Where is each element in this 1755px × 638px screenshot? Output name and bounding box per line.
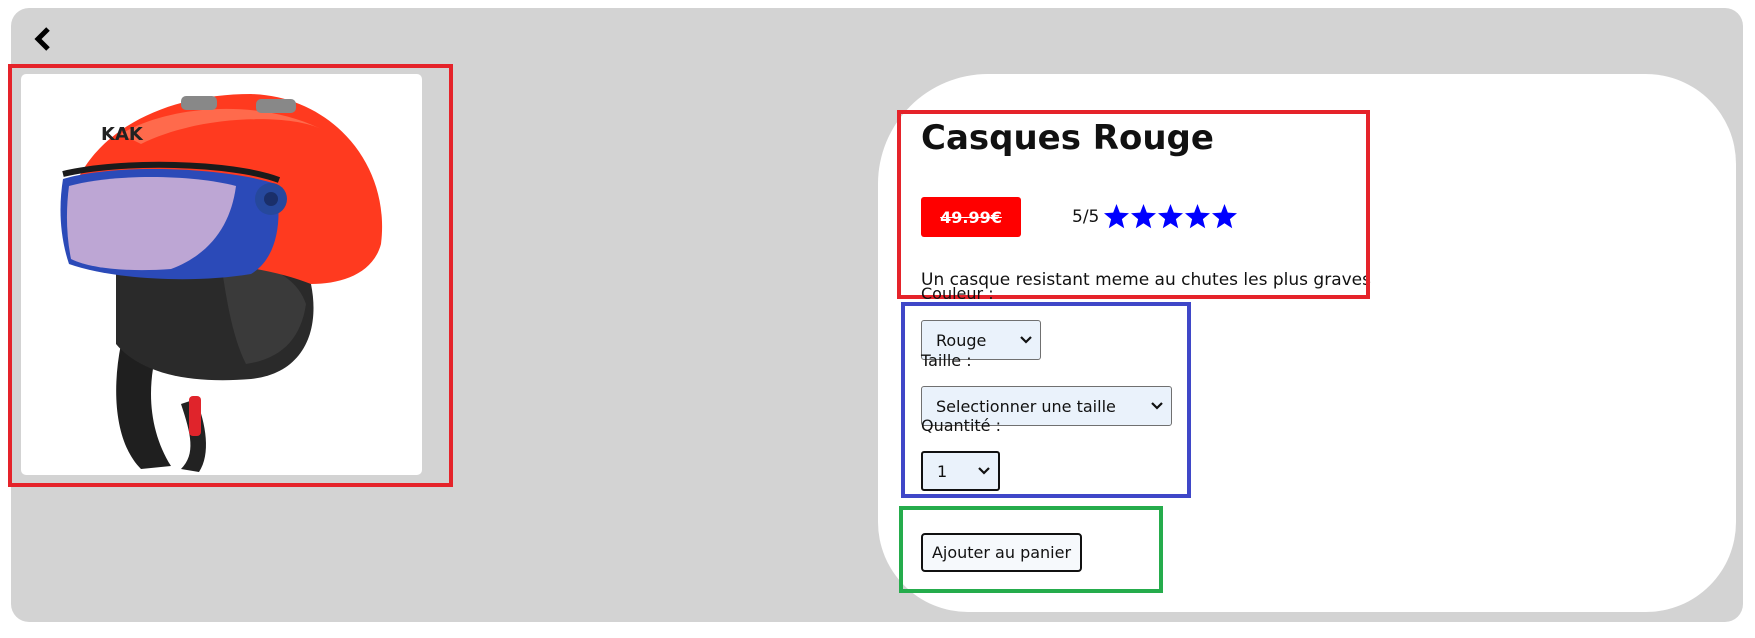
- size-label: Taille :: [921, 351, 972, 370]
- color-select-value: Rouge: [936, 330, 987, 350]
- star-icon: [1104, 204, 1130, 229]
- star-icon: [1212, 204, 1238, 229]
- rating-stars: [1103, 203, 1238, 230]
- rating: 5/5: [1072, 203, 1238, 230]
- product-image: KAK: [21, 74, 422, 475]
- star-icon: [1158, 204, 1184, 229]
- star-icon: [1185, 204, 1211, 229]
- chevron-left-icon: [34, 27, 50, 51]
- back-button[interactable]: [31, 26, 55, 52]
- chevron-down-icon: [1020, 336, 1032, 344]
- product-title: Casques Rouge: [921, 118, 1214, 158]
- quantity-label: Quantité :: [921, 416, 1001, 435]
- chevron-down-icon: [1151, 402, 1163, 410]
- star-icon: [1131, 204, 1157, 229]
- quantity-select-value: 1: [937, 461, 948, 481]
- color-label: Couleur :: [921, 284, 994, 303]
- quantity-select[interactable]: 1: [921, 451, 1000, 491]
- price-badge: 49.99€: [921, 197, 1021, 237]
- red-ski-helmet-with-visor-icon: KAK: [60, 94, 383, 472]
- rating-text: 5/5: [1072, 206, 1100, 227]
- add-to-cart-button[interactable]: Ajouter au panier: [921, 533, 1082, 572]
- svg-text:KAK: KAK: [101, 124, 144, 145]
- size-select-value: Selectionner une taille: [936, 396, 1116, 416]
- chevron-down-icon: [978, 467, 990, 475]
